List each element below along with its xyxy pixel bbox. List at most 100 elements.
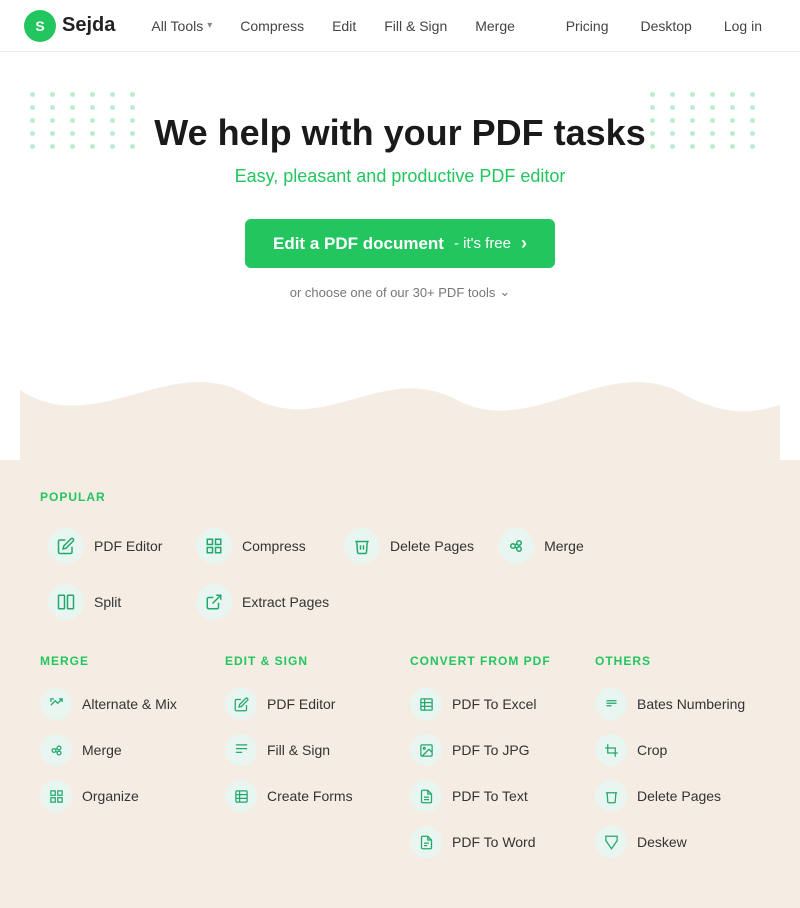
tool-split[interactable]: Split	[40, 580, 180, 624]
tool-delete-pages[interactable]: Delete Pages	[336, 524, 482, 568]
category-others: OTHERS Bates Numbering Crop Delete Pages	[595, 654, 760, 868]
organize-label: Organize	[82, 788, 139, 804]
crop-icon	[595, 734, 627, 766]
decorative-dots-right	[650, 92, 770, 212]
crop-label: Crop	[637, 742, 667, 758]
category-edit-sign: EDIT & SIGN PDF Editor Fill & Sign Creat…	[225, 654, 390, 868]
organize-icon	[40, 780, 72, 812]
logo-link[interactable]: S Sejda	[24, 10, 115, 42]
fill-sign-icon	[225, 734, 257, 766]
nav-label-merge: Merge	[475, 18, 515, 34]
edit-pdf-button[interactable]: Edit a PDF document - it's free ›	[245, 219, 555, 268]
compress-label: Compress	[242, 538, 306, 554]
cat-item-pdf-excel[interactable]: PDF To Excel	[410, 684, 575, 724]
nav-item-merge[interactable]: Merge	[463, 12, 527, 40]
delete-pages-2-icon	[595, 780, 627, 812]
chevron-down-icon-tools: ⌄	[499, 284, 510, 300]
nav-item-edit[interactable]: Edit	[320, 12, 368, 40]
nav-item-fill-sign[interactable]: Fill & Sign	[372, 12, 459, 40]
nav-label-all-tools: All Tools	[151, 18, 203, 34]
logo-icon: S	[24, 10, 56, 42]
cat-item-pdf-jpg[interactable]: PDF To JPG	[410, 730, 575, 770]
pdf-text-label: PDF To Text	[452, 788, 528, 804]
decorative-dots-left	[30, 92, 150, 212]
tools-link[interactable]: or choose one of our 30+ PDF tools ⌄	[20, 284, 780, 300]
merge-icon	[498, 528, 534, 564]
pdf-jpg-icon	[410, 734, 442, 766]
merge-category-title: MERGE	[40, 654, 205, 668]
deskew-icon	[595, 826, 627, 858]
category-merge: MERGE Alternate & Mix Merge Organize	[40, 654, 205, 868]
cat-merge-label: Merge	[82, 742, 122, 758]
nav-login-label: Log in	[724, 18, 762, 34]
pdf-jpg-label: PDF To JPG	[452, 742, 530, 758]
nav-pricing[interactable]: Pricing	[552, 12, 623, 40]
extract-pages-icon	[196, 584, 232, 620]
deskew-label: Deskew	[637, 834, 687, 850]
cta-free-text: - it's free	[454, 235, 511, 252]
categories-row: MERGE Alternate & Mix Merge Organize	[40, 654, 760, 868]
cat-pdf-editor-label: PDF Editor	[267, 696, 335, 712]
cat-pdf-editor-icon	[225, 688, 257, 720]
arrow-right-icon: ›	[521, 233, 527, 254]
popular-title: POPULAR	[40, 490, 760, 504]
nav-desktop-label: Desktop	[640, 18, 691, 34]
cat-merge-icon	[40, 734, 72, 766]
convert-title: CONVERT FROM PDF	[410, 654, 575, 668]
popular-tools-grid: PDF Editor Compress Delete Pages	[40, 524, 760, 624]
cta-main-text: Edit a PDF document	[273, 234, 444, 254]
chevron-down-icon: ▾	[207, 20, 212, 31]
fill-sign-label: Fill & Sign	[267, 742, 330, 758]
others-title: OTHERS	[595, 654, 760, 668]
nav-label-fill-sign: Fill & Sign	[384, 18, 447, 34]
pdf-excel-icon	[410, 688, 442, 720]
category-convert: CONVERT FROM PDF PDF To Excel PDF To JPG…	[410, 654, 575, 868]
split-icon	[48, 584, 84, 620]
nav-item-compress[interactable]: Compress	[228, 12, 316, 40]
cat-item-deskew[interactable]: Deskew	[595, 822, 760, 862]
cat-item-organize[interactable]: Organize	[40, 776, 205, 816]
edit-sign-title: EDIT & SIGN	[225, 654, 390, 668]
navbar: S Sejda All Tools ▾ Compress Edit Fill &…	[0, 0, 800, 52]
pdf-editor-label: PDF Editor	[94, 538, 162, 554]
tool-merge[interactable]: Merge	[490, 524, 630, 568]
extract-pages-label: Extract Pages	[242, 594, 329, 610]
cat-item-pdf-text[interactable]: PDF To Text	[410, 776, 575, 816]
bates-icon	[595, 688, 627, 720]
cat-item-create-forms[interactable]: Create Forms	[225, 776, 390, 816]
cat-item-delete-pages-2[interactable]: Delete Pages	[595, 776, 760, 816]
delete-pages-label: Delete Pages	[390, 538, 474, 554]
tool-pdf-editor[interactable]: PDF Editor	[40, 524, 180, 568]
cat-item-crop[interactable]: Crop	[595, 730, 760, 770]
cat-item-alternate-mix[interactable]: Alternate & Mix	[40, 684, 205, 724]
pdf-word-icon	[410, 826, 442, 858]
merge-label: Merge	[544, 538, 584, 554]
cat-item-pdf-word[interactable]: PDF To Word	[410, 822, 575, 862]
cat-item-bates[interactable]: Bates Numbering	[595, 684, 760, 724]
tool-extract-pages[interactable]: Extract Pages	[188, 580, 337, 624]
nav-item-all-tools[interactable]: All Tools ▾	[139, 12, 224, 40]
cat-item-fill-sign[interactable]: Fill & Sign	[225, 730, 390, 770]
alternate-mix-label: Alternate & Mix	[82, 696, 177, 712]
delete-pages-icon	[344, 528, 380, 564]
pdf-excel-label: PDF To Excel	[452, 696, 537, 712]
delete-pages-2-label: Delete Pages	[637, 788, 721, 804]
pdf-text-icon	[410, 780, 442, 812]
tools-section: POPULAR PDF Editor Compress	[0, 460, 800, 908]
create-forms-icon	[225, 780, 257, 812]
nav-desktop[interactable]: Desktop	[626, 12, 705, 40]
tools-link-text: or choose one of our 30+ PDF tools	[290, 285, 496, 300]
create-forms-label: Create Forms	[267, 788, 353, 804]
navbar-right: Pricing Desktop Log in	[552, 12, 776, 40]
hero-wave	[20, 330, 780, 460]
compress-icon	[196, 528, 232, 564]
alternate-mix-icon	[40, 688, 72, 720]
hero-section: We help with your PDF tasks Easy, pleasa…	[0, 52, 800, 460]
tool-compress[interactable]: Compress	[188, 524, 328, 568]
split-label: Split	[94, 594, 121, 610]
nav-label-edit: Edit	[332, 18, 356, 34]
cat-item-merge[interactable]: Merge	[40, 730, 205, 770]
nav-login[interactable]: Log in	[710, 12, 776, 40]
popular-section: POPULAR PDF Editor Compress	[40, 490, 760, 624]
cat-item-pdf-editor[interactable]: PDF Editor	[225, 684, 390, 724]
